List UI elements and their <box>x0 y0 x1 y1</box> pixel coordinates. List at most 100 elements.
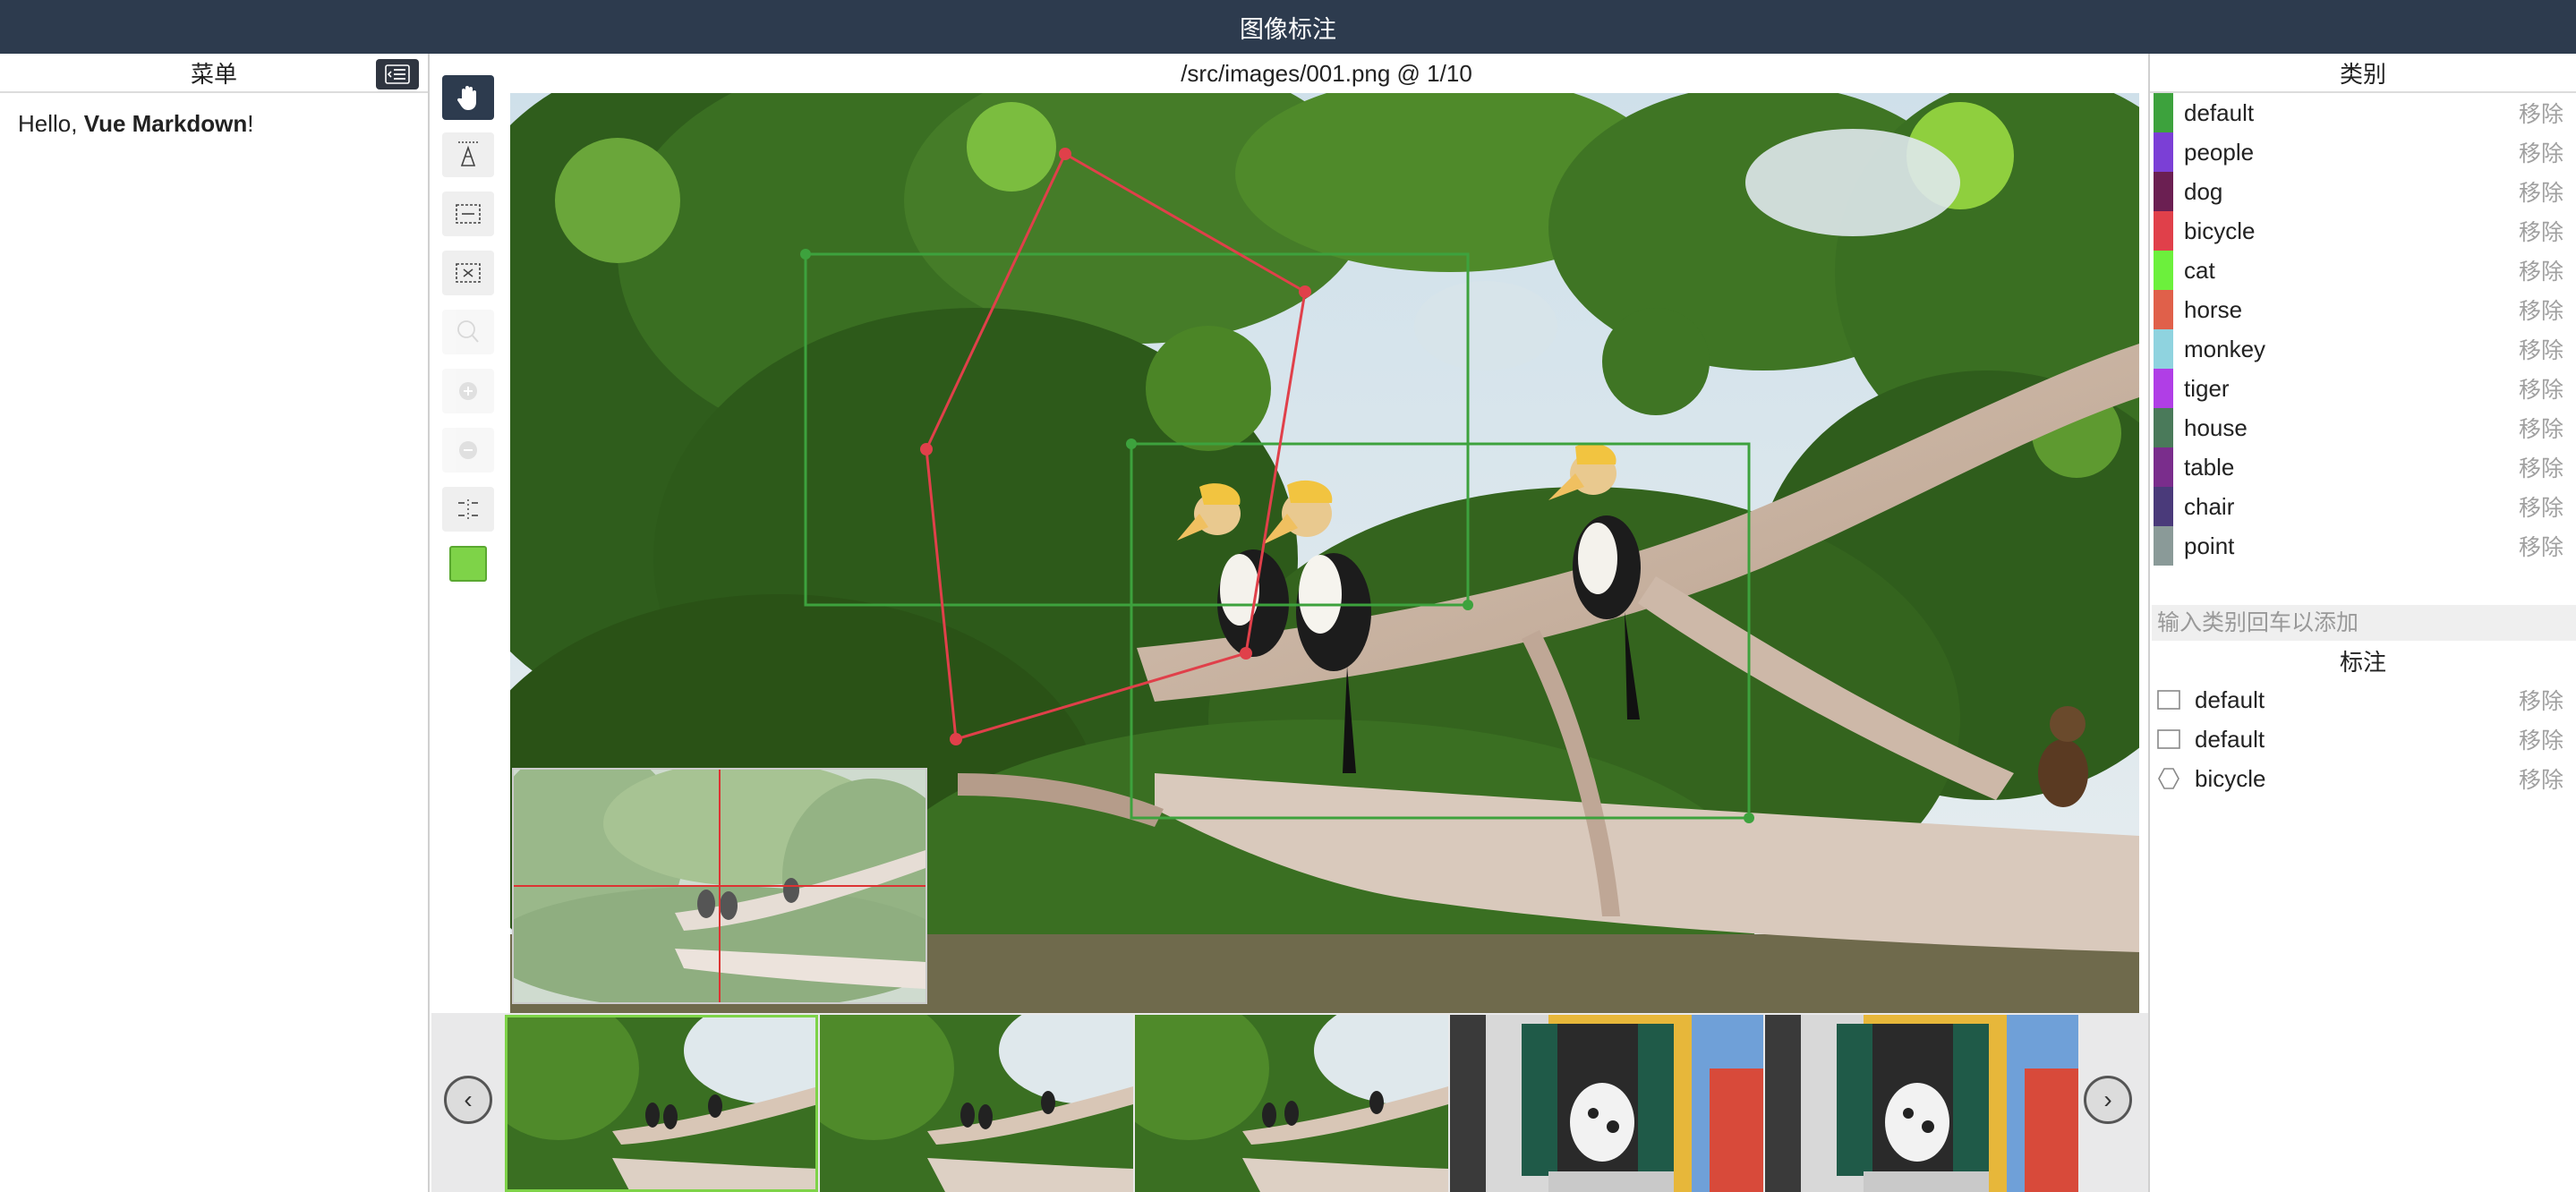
category-item-chair[interactable]: chair 移除 <box>2150 487 2576 526</box>
zoom-in-button[interactable] <box>442 369 494 413</box>
chevron-right-icon: › <box>2103 1086 2112 1113</box>
category-color-swatch <box>2154 211 2173 251</box>
point-tool-button[interactable] <box>442 251 494 295</box>
category-remove-button[interactable]: 移除 <box>2519 175 2563 208</box>
thumbnail-dog-window-image <box>1765 1015 2078 1192</box>
category-color-swatch <box>2154 132 2173 172</box>
menu-list-icon <box>385 64 410 84</box>
markdown-content: Hello, Vue Markdown! <box>0 93 428 154</box>
categories-title: 类别 <box>2339 60 2386 88</box>
annotation-list: default 移除 default 移除 bicycle 移除 <box>2150 680 2576 798</box>
category-color-swatch <box>2154 251 2173 290</box>
rect-tool-button[interactable] <box>442 192 494 236</box>
crosshair-tool-button[interactable] <box>442 487 494 532</box>
rectangle-shape-icon <box>2155 726 2182 753</box>
annotation-remove-button[interactable]: 移除 <box>2519 684 2563 716</box>
category-remove-button[interactable]: 移除 <box>2519 490 2563 523</box>
category-remove-button[interactable]: 移除 <box>2519 333 2563 365</box>
crosshair-icon <box>458 499 478 519</box>
category-remove-button[interactable]: 移除 <box>2519 530 2563 562</box>
category-name: dog <box>2184 177 2223 205</box>
thumbnail-2[interactable] <box>820 1015 1133 1192</box>
annotation-label: bicycle <box>2195 764 2266 792</box>
category-name: monkey <box>2184 335 2266 362</box>
annotation-item[interactable]: default 移除 <box>2150 719 2576 759</box>
annotation-remove-button[interactable]: 移除 <box>2519 762 2563 795</box>
annotation-label: default <box>2195 725 2265 753</box>
category-remove-button[interactable]: 移除 <box>2519 136 2563 168</box>
category-remove-button[interactable]: 移除 <box>2519 294 2563 326</box>
left-menu-panel: 菜单 Hello, Vue Markdown! <box>0 54 430 1192</box>
menu-header: 菜单 <box>0 54 428 93</box>
category-color-swatch <box>2154 526 2173 566</box>
categories-header: 类别 <box>2150 54 2576 93</box>
prev-image-button[interactable]: ‹ <box>444 1076 492 1124</box>
category-name: bicycle <box>2184 217 2256 244</box>
menu-toggle-button[interactable] <box>376 59 419 89</box>
category-remove-button[interactable]: 移除 <box>2519 451 2563 483</box>
zoom-out-button[interactable] <box>442 428 494 473</box>
thumbnail-dog-window-image <box>1450 1015 1763 1192</box>
tool-palette <box>431 54 505 1013</box>
thumbnail-hornbills-image <box>820 1015 1133 1192</box>
category-item-house[interactable]: house 移除 <box>2150 408 2576 447</box>
annotation-item[interactable]: bicycle 移除 <box>2150 759 2576 798</box>
annotation-item[interactable]: default 移除 <box>2150 680 2576 719</box>
category-remove-button[interactable]: 移除 <box>2519 97 2563 129</box>
rectangle-draw-icon <box>456 204 481 224</box>
image-path-header: /src/images/001.png @ 1/10 <box>505 54 2148 93</box>
polygon-tool-button[interactable] <box>442 132 494 177</box>
category-item-bicycle[interactable]: bicycle 移除 <box>2150 211 2576 251</box>
annotation-remove-button[interactable]: 移除 <box>2519 723 2563 755</box>
markdown-text-suffix: ! <box>247 110 254 137</box>
current-color-swatch[interactable] <box>449 546 487 582</box>
category-name: default <box>2184 98 2255 126</box>
markdown-bold-text: Vue Markdown <box>83 110 248 137</box>
thumbnail-4[interactable] <box>1450 1015 1763 1192</box>
next-image-button[interactable]: › <box>2084 1076 2132 1124</box>
annotation-label: default <box>2195 685 2265 713</box>
minimap[interactable] <box>512 768 927 1004</box>
category-color-swatch <box>2154 172 2173 211</box>
category-name: point <box>2184 532 2235 559</box>
polygon-shape-icon <box>2155 765 2182 792</box>
minimap-svg <box>514 770 925 1002</box>
category-name: people <box>2184 138 2255 166</box>
category-item-default[interactable]: default 移除 <box>2150 93 2576 132</box>
app-title: 图像标注 <box>1240 15 1336 43</box>
category-remove-button[interactable]: 移除 <box>2519 254 2563 286</box>
rectangle-shape-icon <box>2155 686 2182 713</box>
category-color-swatch <box>2154 408 2173 447</box>
category-item-table[interactable]: table 移除 <box>2150 447 2576 487</box>
category-remove-button[interactable]: 移除 <box>2519 215 2563 247</box>
zoom-in-icon <box>459 382 477 400</box>
category-item-point[interactable]: point 移除 <box>2150 526 2576 566</box>
category-name: cat <box>2184 256 2215 284</box>
category-item-tiger[interactable]: tiger 移除 <box>2150 369 2576 408</box>
category-item-dog[interactable]: dog 移除 <box>2150 172 2576 211</box>
image-filmstrip: ‹ › <box>431 1013 2148 1192</box>
category-item-horse[interactable]: horse 移除 <box>2150 290 2576 329</box>
chevron-left-icon: ‹ <box>464 1086 473 1113</box>
markdown-text: Hello, <box>18 110 84 137</box>
category-color-swatch <box>2154 290 2173 329</box>
thumbnail-5[interactable] <box>1765 1015 2078 1192</box>
thumbnail-1[interactable] <box>505 1015 818 1192</box>
polygon-draw-icon <box>458 141 478 166</box>
category-remove-button[interactable]: 移除 <box>2519 372 2563 404</box>
magic-tool-button[interactable] <box>442 310 494 354</box>
category-color-swatch <box>2154 487 2173 526</box>
add-category-input[interactable] <box>2152 605 2576 641</box>
category-item-monkey[interactable]: monkey 移除 <box>2150 329 2576 369</box>
category-color-swatch <box>2154 447 2173 487</box>
category-remove-button[interactable]: 移除 <box>2519 412 2563 444</box>
thumbnail-3[interactable] <box>1135 1015 1448 1192</box>
hand-tool-button[interactable] <box>442 75 494 120</box>
category-color-swatch <box>2154 369 2173 408</box>
lasso-icon <box>457 320 479 343</box>
category-item-people[interactable]: people 移除 <box>2150 132 2576 172</box>
category-color-swatch <box>2154 93 2173 132</box>
category-item-cat[interactable]: cat 移除 <box>2150 251 2576 290</box>
menu-title: 菜单 <box>190 60 237 88</box>
category-name: horse <box>2184 295 2243 323</box>
